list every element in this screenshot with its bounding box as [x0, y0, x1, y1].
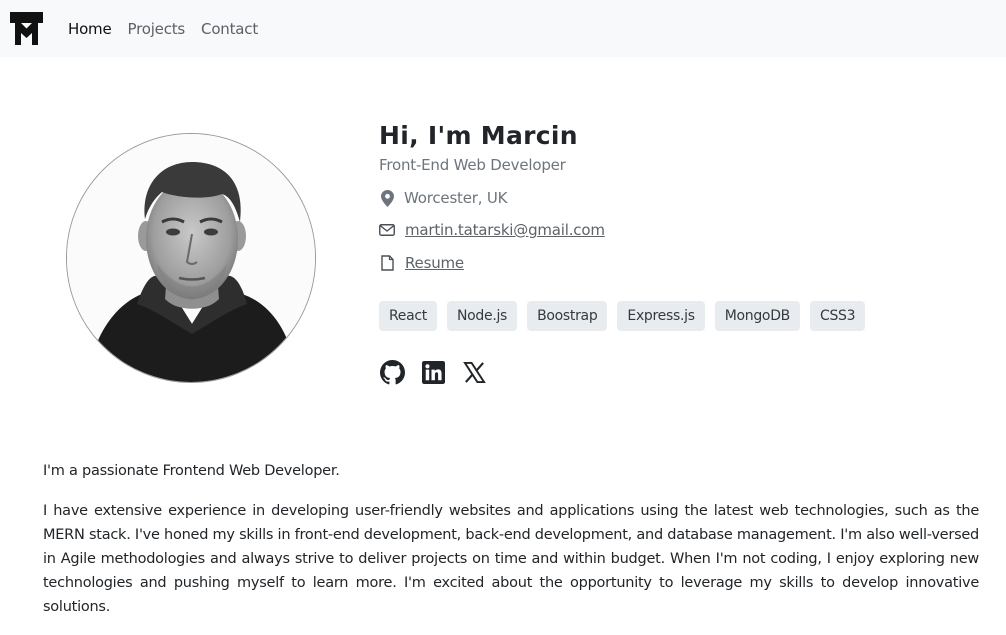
profile-info: Hi, I'm Marcin Front-End Web Developer W… — [379, 118, 979, 384]
job-title: Front-End Web Developer — [379, 156, 566, 174]
resume-link[interactable]: Resume — [405, 254, 464, 272]
about-section: I'm a passionate Frontend Web Developer.… — [43, 459, 979, 619]
linkedin-icon[interactable] — [420, 359, 446, 385]
nav-links: Home Projects Contact — [68, 0, 274, 57]
x-icon[interactable] — [461, 359, 487, 385]
nav-home[interactable]: Home — [68, 20, 112, 38]
skill-badge: MongoDB — [714, 301, 800, 331]
email-link[interactable]: martin.tatarski@gmail.com — [405, 221, 605, 239]
file-icon — [379, 254, 395, 272]
social-links — [379, 359, 502, 385]
about-intro: I'm a passionate Frontend Web Developer. — [43, 463, 340, 479]
github-icon[interactable] — [379, 359, 405, 385]
nav-projects[interactable]: Projects — [128, 20, 186, 38]
location-text: Worcester, UK — [404, 189, 508, 207]
map-pin-icon — [379, 189, 395, 207]
envelope-icon — [379, 221, 395, 239]
skill-badge: CSS3 — [809, 301, 866, 331]
logo-icon[interactable] — [10, 12, 43, 45]
skill-badge: Boostrap — [527, 301, 608, 331]
location-row: Worcester, UK — [379, 189, 507, 207]
skill-badge: Node.js — [446, 301, 518, 331]
page-title: Hi, I'm Marcin — [379, 121, 578, 150]
email-row: martin.tatarski@gmail.com — [379, 221, 605, 239]
nav-contact[interactable]: Contact — [201, 20, 258, 38]
skill-badge: React — [379, 301, 437, 331]
skill-badge: Express.js — [617, 301, 705, 331]
skills-list: React Node.js Boostrap Express.js MongoD… — [379, 301, 875, 331]
navbar: Home Projects Contact — [0, 0, 1006, 57]
about-body: I have extensive experience in developin… — [43, 503, 979, 615]
resume-row: Resume — [379, 254, 464, 272]
profile-photo — [66, 133, 316, 383]
